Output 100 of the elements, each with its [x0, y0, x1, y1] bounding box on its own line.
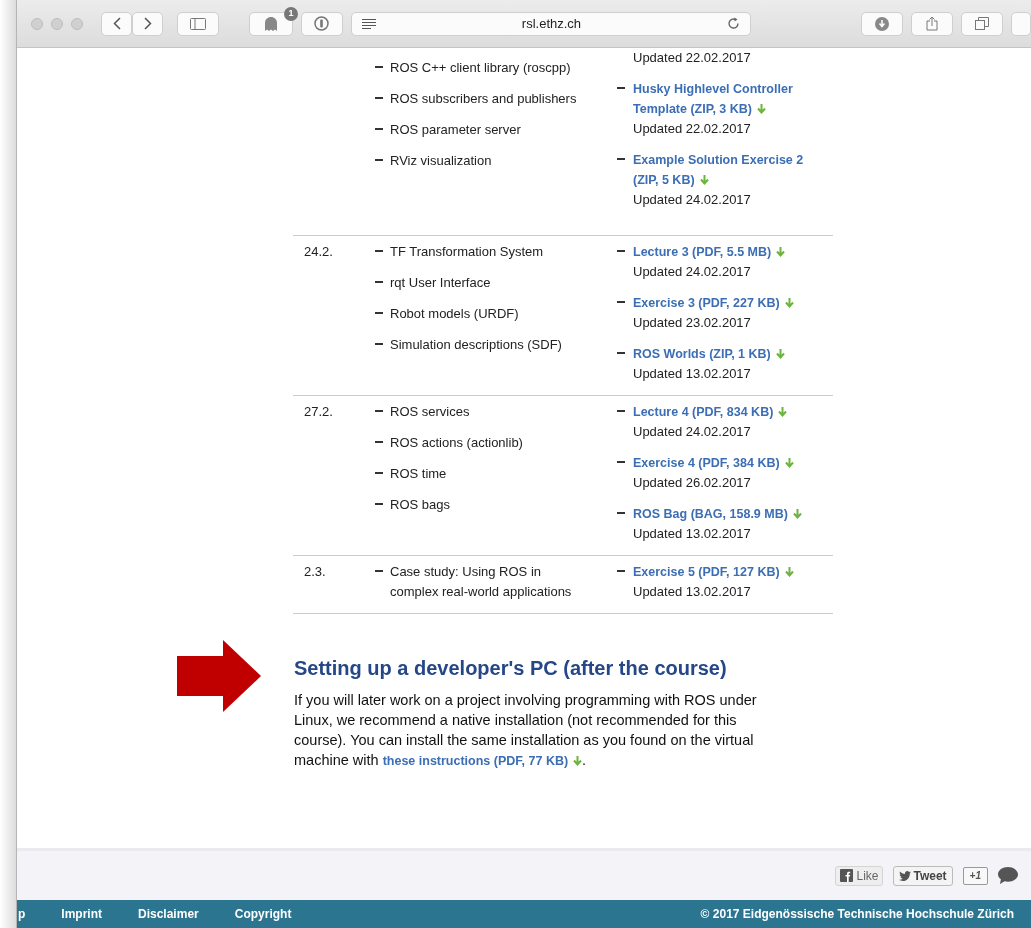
download-icon	[875, 16, 889, 31]
plus-one-button[interactable]: +1	[962, 866, 988, 885]
download-arrow-icon	[792, 509, 802, 519]
reload-icon[interactable]	[727, 17, 740, 30]
topic-text: ROS time	[390, 465, 447, 483]
instructions-link[interactable]: these instructions (PDF, 77 KB)	[382, 754, 583, 768]
dash-icon	[375, 441, 383, 443]
updated-date-text: Updated 23.02.2017	[633, 314, 752, 332]
updated-date-text: Updated 13.02.2017	[633, 525, 752, 543]
ghost-icon	[265, 16, 277, 31]
dash-icon	[375, 128, 383, 130]
topic-text: RViz visualization	[390, 152, 492, 170]
download-arrow-icon	[784, 298, 794, 308]
download-arrow-icon	[573, 756, 583, 766]
url-text: rsl.ethz.ch	[520, 14, 583, 33]
download-link[interactable]: ROS Worlds (ZIP, 1 KB)	[633, 344, 817, 364]
password-button[interactable]	[301, 11, 343, 36]
topic-text: ROS bags	[390, 496, 450, 514]
download-arrow-icon	[775, 349, 785, 359]
topic-text: ROS subscribers and publishers	[390, 90, 577, 108]
dash-icon	[617, 87, 625, 89]
dash-icon	[375, 570, 383, 572]
download-arrow-icon	[784, 458, 794, 468]
share-button[interactable]	[911, 11, 953, 36]
like-button[interactable]: Like	[835, 865, 884, 886]
download-link[interactable]: Exercise 5 (PDF, 127 KB)	[633, 562, 817, 582]
dash-icon	[617, 352, 625, 354]
dash-icon	[617, 570, 625, 572]
updated-date-text: Updated 13.02.2017	[633, 583, 752, 601]
topic-text: Robot models (URDF)	[390, 305, 519, 323]
topic-text: ROS parameter server	[390, 121, 521, 139]
chevron-right-icon	[143, 17, 152, 30]
dash-icon	[617, 250, 625, 252]
topic-text: rqt User Interface	[390, 274, 491, 292]
bird-icon	[899, 870, 912, 881]
download-arrow-icon	[699, 175, 709, 185]
download-arrow-icon	[757, 104, 766, 114]
download-link[interactable]: Exercise 4 (PDF, 384 KB)	[633, 453, 817, 473]
dash-icon	[375, 503, 383, 505]
extension-button[interactable]	[249, 11, 293, 36]
dash-icon	[617, 410, 625, 412]
updated-date-text: Updated 24.02.2017	[633, 191, 752, 209]
sidebar-icon	[190, 17, 206, 30]
address-bar[interactable]: rsl.ethz.ch	[350, 11, 751, 36]
tabs-icon	[975, 17, 989, 30]
sidebar-button[interactable]	[177, 11, 219, 36]
download-link[interactable]: Lecture 3 (PDF, 5.5 MB)	[633, 242, 817, 262]
updated-date-text: Updated 24.02.2017	[633, 263, 752, 281]
updated-date-text: Updated 22.02.2017	[633, 120, 752, 138]
dash-icon	[617, 158, 625, 160]
dash-icon	[375, 410, 383, 412]
topic-text: Simulation descriptions (SDF)	[390, 336, 562, 354]
download-link[interactable]: Exercise 3 (PDF, 227 KB)	[633, 293, 817, 313]
download-button[interactable]	[861, 11, 903, 36]
download-arrow-icon	[776, 247, 786, 257]
date-text: 27.2.	[304, 404, 333, 419]
dash-icon	[375, 281, 383, 283]
download-link[interactable]: Husky Highlevel Controller Template (ZIP, 3 KB)	[633, 79, 817, 119]
footer-link[interactable]: Imprint	[61, 905, 102, 923]
date-text: 2.3.	[304, 564, 326, 579]
topic-text: ROS C++ client library (roscpp)	[390, 59, 571, 77]
dash-icon	[617, 512, 625, 514]
dash-icon	[617, 461, 625, 463]
back-button[interactable]	[101, 11, 132, 36]
dash-icon	[375, 472, 383, 474]
tabs-button[interactable]	[961, 11, 1003, 36]
updated-date-text: Updated 26.02.2017	[633, 474, 752, 492]
download-link[interactable]: ROS Bag (BAG, 158.9 MB)	[633, 504, 817, 524]
section-paragraph: If you will later work on a project involving programming with ROS under Linux, we recommend a native installation (not recommended for this course). You can install the same installation as you found on the virtual machine with these instructions (PDF, 77 KB) .	[294, 691, 758, 770]
topic-text: ROS actions (actionlib)	[390, 434, 523, 452]
dash-icon	[375, 312, 383, 314]
topic-text: TF Transformation System	[390, 243, 544, 261]
forward-button[interactable]	[132, 11, 163, 36]
footer-link[interactable]: p	[18, 905, 26, 923]
date-text: 24.2.	[304, 244, 333, 259]
dash-icon	[375, 159, 383, 161]
share-icon	[926, 16, 938, 31]
topic-text: ROS services	[390, 403, 470, 421]
updated-date-text: Updated 13.02.2017	[633, 365, 752, 383]
topic-text: Case study: Using ROS in complex real-world applications	[390, 563, 573, 601]
footer-link[interactable]: Disclaimer	[138, 905, 199, 923]
comment-icon[interactable]	[998, 867, 1018, 884]
facebook-icon	[840, 869, 854, 882]
dash-icon	[375, 343, 383, 345]
download-link[interactable]: Lecture 4 (PDF, 834 KB)	[633, 402, 817, 422]
dash-icon	[375, 97, 383, 99]
footer-link[interactable]: Copyright	[234, 905, 292, 923]
download-arrow-icon	[778, 407, 788, 417]
updated-date-text: Updated 24.02.2017	[633, 423, 752, 441]
download-link[interactable]: Example Solution Exercise 2 (ZIP, 5 KB)	[633, 150, 817, 190]
arrow-right-icon	[177, 640, 261, 712]
key-circle-icon	[314, 16, 330, 31]
chevron-left-icon	[112, 17, 121, 30]
copyright-text: © 2017 Eidgenössische Technische Hochschule Zürich	[700, 906, 1014, 923]
download-arrow-icon	[784, 567, 794, 577]
dash-icon	[617, 301, 625, 303]
tweet-button[interactable]: Tweet	[893, 865, 953, 886]
dash-icon	[375, 250, 383, 252]
section-heading: Setting up a developer's PC (after the course)	[294, 656, 728, 680]
dash-icon	[375, 66, 383, 68]
